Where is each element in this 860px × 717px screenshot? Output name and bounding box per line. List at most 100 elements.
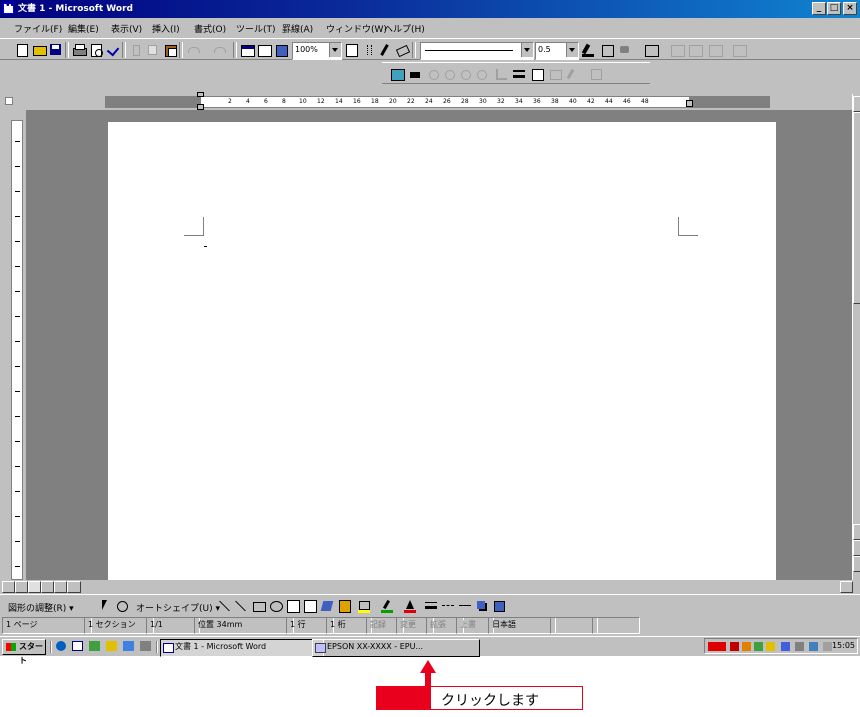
vertical-scrollbar[interactable] [852, 94, 860, 582]
font-color-icon[interactable] [401, 597, 419, 615]
eraser-icon[interactable] [393, 41, 411, 59]
minimize-button[interactable]: _ [812, 2, 826, 15]
draw-menu-button[interactable]: 図形の調整(R) ▾ [8, 601, 74, 614]
first-line-indent-marker[interactable] [197, 92, 204, 97]
taskbar-word-button[interactable]: 文書 1 - Microsoft Word [160, 639, 324, 657]
scroll-up-button[interactable] [853, 96, 860, 112]
fill-color-icon[interactable] [355, 597, 373, 615]
title-bar[interactable]: 文書 1 - Microsoft Word [0, 0, 860, 18]
save-icon[interactable] [47, 41, 65, 59]
oval-tool-icon[interactable] [267, 597, 285, 615]
help-icon[interactable] [342, 41, 360, 59]
text-box-icon[interactable] [284, 597, 302, 615]
line-weight-select[interactable]: 0.5 [535, 42, 579, 60]
redo-icon[interactable] [210, 41, 228, 59]
ime-help-icon[interactable] [766, 642, 775, 651]
borders-icon[interactable] [598, 41, 616, 59]
close-button[interactable]: × [843, 2, 857, 15]
menu-view[interactable]: 表示(V) [111, 22, 142, 35]
select-objects-icon[interactable] [96, 597, 114, 615]
taskbar-epson-button[interactable]: EPSON XX-XXXX - EPU... [312, 639, 480, 657]
paste-icon[interactable] [161, 41, 179, 59]
menu-file[interactable]: ファイル(F) [14, 22, 62, 35]
menu-help[interactable]: ヘルプ(H) [384, 22, 425, 35]
ime-pad-icon[interactable] [754, 642, 763, 651]
network-icon[interactable] [781, 642, 790, 651]
border-color-icon[interactable] [579, 41, 597, 59]
menu-insert[interactable]: 挿入(I) [152, 22, 180, 35]
format-picture-icon[interactable] [546, 65, 564, 83]
dash-style-icon[interactable] [439, 597, 457, 615]
crop-icon[interactable] [492, 65, 510, 83]
reset-picture-icon[interactable] [587, 65, 605, 83]
autoshapes-menu-button[interactable]: オートシェイプ(U) ▾ [136, 601, 220, 614]
printer-tray-icon[interactable] [809, 642, 818, 651]
previous-page-button[interactable] [853, 524, 860, 540]
next-page-button[interactable] [853, 556, 860, 572]
new-document-icon[interactable] [13, 41, 31, 59]
document-page[interactable] [108, 122, 776, 580]
menu-window[interactable]: ウィンドウ(W) [326, 22, 387, 35]
tab-selector-icon[interactable] [5, 97, 13, 105]
columns-icon[interactable] [255, 41, 273, 59]
split-cells-icon[interactable] [686, 41, 704, 59]
monitor-icon[interactable] [823, 642, 832, 651]
ime-icon[interactable] [708, 642, 726, 651]
web-layout-view-button[interactable] [15, 581, 28, 593]
print-layout-view-button[interactable] [28, 581, 41, 593]
maximize-button[interactable]: □ [827, 2, 841, 15]
scroll-right-button[interactable] [840, 581, 853, 593]
cut-icon[interactable] [127, 41, 145, 59]
rectangle-tool-icon[interactable] [250, 597, 268, 615]
select-browse-object-button[interactable] [853, 540, 860, 556]
desktop-quicklaunch-icon[interactable] [72, 641, 83, 651]
line-style-select[interactable] [420, 42, 534, 60]
drawing-toggle-icon[interactable] [272, 41, 290, 59]
spelling-icon[interactable] [104, 41, 122, 59]
scroll-thumb-horizontal[interactable] [67, 581, 81, 593]
scroll-left-button[interactable] [54, 581, 67, 593]
less-brightness-icon[interactable] [472, 65, 490, 83]
free-rotate-icon[interactable] [113, 597, 131, 615]
word-app-icon[interactable] [3, 0, 15, 14]
menu-table[interactable]: 罫線(A) [282, 22, 313, 35]
line-color-icon[interactable] [378, 597, 396, 615]
app2-quicklaunch-icon[interactable] [140, 641, 151, 651]
arrow-style-icon[interactable] [456, 597, 474, 615]
print-preview-icon[interactable] [87, 41, 105, 59]
channel-quicklaunch-icon[interactable] [89, 641, 100, 651]
outlook-quicklaunch-icon[interactable] [106, 641, 117, 651]
start-button[interactable]: スタート [2, 639, 46, 665]
align-cell-icon[interactable] [706, 41, 724, 59]
horizontal-scrollbar[interactable] [0, 580, 860, 593]
copy-icon[interactable] [144, 41, 162, 59]
insert-table-icon[interactable] [238, 41, 256, 59]
pencil-icon[interactable] [376, 41, 394, 59]
insert-picture-icon[interactable] [388, 65, 406, 83]
table-align-icon[interactable] [642, 41, 660, 59]
right-indent-marker[interactable] [686, 100, 693, 107]
volume-icon[interactable] [795, 642, 804, 651]
distribute-rows-icon[interactable] [730, 41, 748, 59]
shading-icon[interactable] [616, 41, 634, 59]
normal-view-button[interactable] [2, 581, 15, 593]
image-control-icon[interactable] [406, 65, 424, 83]
scroll-thumb[interactable] [853, 112, 860, 304]
3d-icon[interactable] [490, 597, 508, 615]
open-folder-icon[interactable] [30, 41, 48, 59]
line-style-icon[interactable] [510, 65, 528, 83]
line-style-draw-icon[interactable] [422, 597, 440, 615]
merge-cells-icon[interactable] [668, 41, 686, 59]
zoom-select[interactable]: 100% [292, 42, 342, 60]
vertical-text-box-icon[interactable] [301, 597, 319, 615]
menu-format[interactable]: 書式(O) [194, 22, 226, 35]
undo-icon[interactable] [184, 41, 202, 59]
ime-mode-icon[interactable] [730, 642, 739, 651]
wordart-icon[interactable] [318, 597, 336, 615]
app-quicklaunch-icon[interactable] [123, 641, 134, 651]
outline-view-button[interactable] [41, 581, 54, 593]
menu-edit[interactable]: 編集(E) [68, 22, 99, 35]
menu-tools[interactable]: ツール(T) [236, 22, 276, 35]
text-wrapping-icon[interactable] [528, 65, 546, 83]
ime-tool-icon[interactable] [742, 642, 751, 651]
